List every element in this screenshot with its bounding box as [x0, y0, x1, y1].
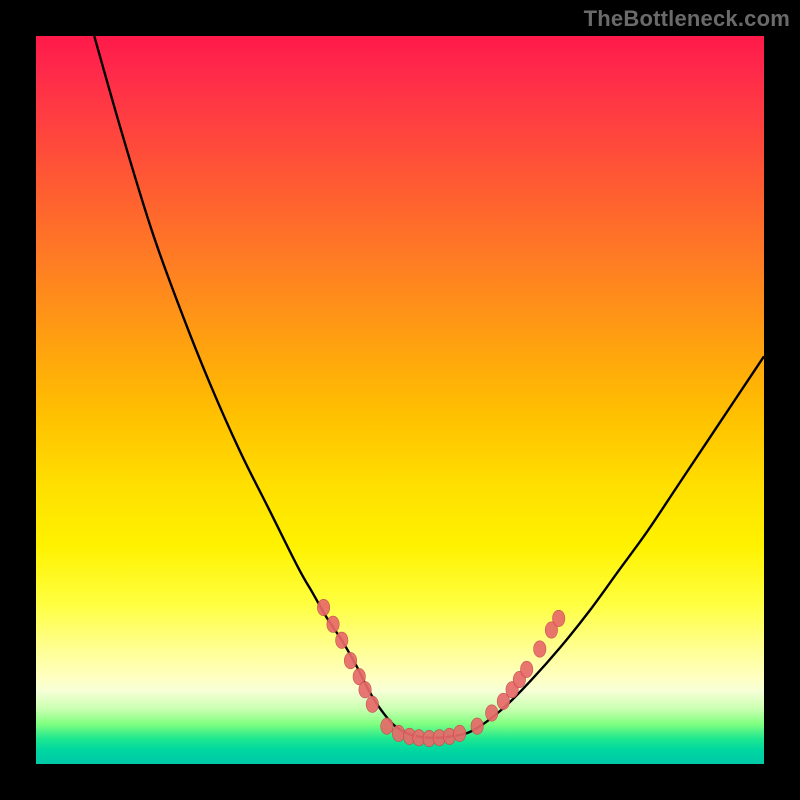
- data-dot: [344, 652, 356, 668]
- dot-layer: [317, 599, 565, 746]
- data-dot: [381, 718, 393, 734]
- data-dot: [553, 610, 565, 626]
- chart-stage: TheBottleneck.com: [0, 0, 800, 800]
- data-dot: [454, 725, 466, 741]
- data-dot: [359, 682, 371, 698]
- plot-area: [36, 36, 764, 764]
- data-dots: [36, 36, 764, 764]
- data-dot: [392, 725, 404, 741]
- data-dot: [336, 632, 348, 648]
- data-dot: [520, 661, 532, 677]
- data-dot: [317, 599, 329, 615]
- data-dot: [366, 696, 378, 712]
- attribution-text: TheBottleneck.com: [584, 6, 790, 32]
- data-dot: [486, 705, 498, 721]
- data-dot: [327, 616, 339, 632]
- data-dot: [471, 718, 483, 734]
- data-dot: [534, 641, 546, 657]
